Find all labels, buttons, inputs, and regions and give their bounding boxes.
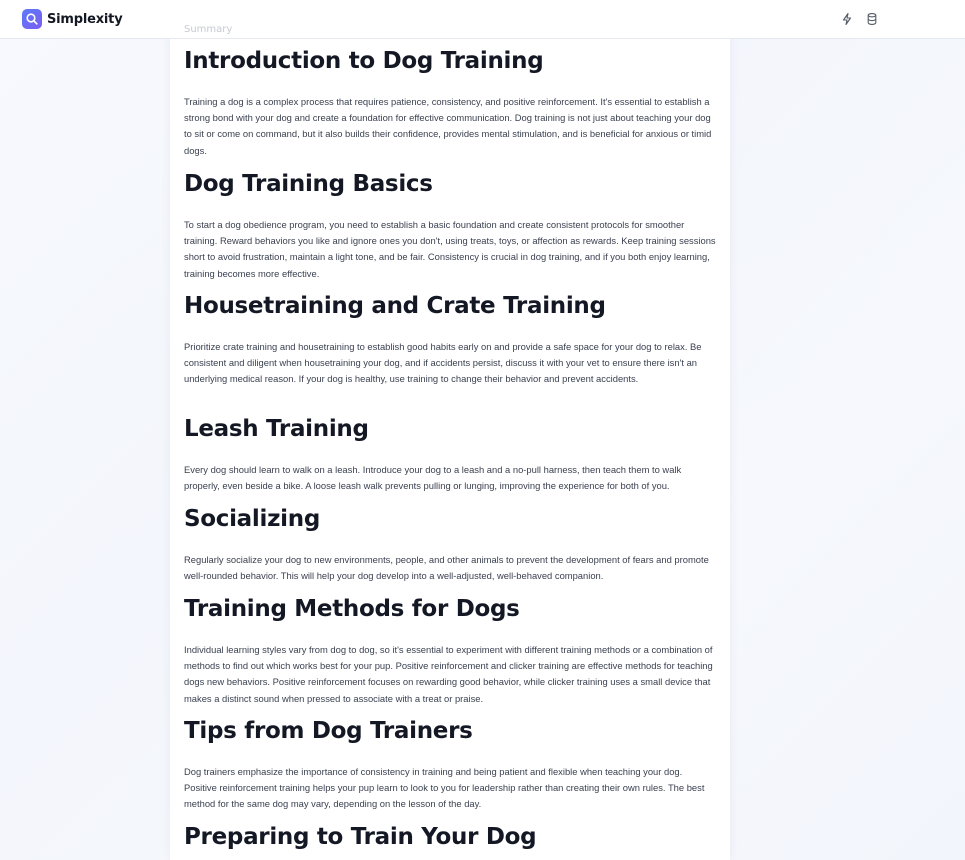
section-heading: Leash Training [184,416,369,442]
article-content: Introduction to Dog Training Training a … [184,46,717,852]
section-body: Prioritize crate training and housetrain… [184,341,702,385]
search-icon [22,9,42,29]
section-heading: Socializing [184,506,320,532]
section-body: Training a dog is a complex process that… [184,96,712,156]
top-bar: Simplexity [0,0,965,39]
section-tips: Tips from Dog Trainers Dog trainers emph… [184,716,717,822]
section-introduction: Introduction to Dog Training Training a … [184,46,717,169]
section-body: Individual learning styles vary from dog… [184,644,713,704]
section-heading: Dog Training Basics [184,171,433,197]
section-heading: Housetraining and Crate Training [184,293,606,319]
section-heading: Tips from Dog Trainers [184,718,473,744]
section-socializing: Socializing Regularly socialize your dog… [184,504,717,594]
database-icon[interactable] [865,12,879,26]
section-body: To start a dog obedience program, you ne… [184,219,716,279]
faded-summary-label: Summary [184,24,233,35]
section-leash: Leash Training Every dog should learn to… [184,414,717,504]
section-body: Regularly socialize your dog to new envi… [184,554,709,582]
section-body: Dog trainers emphasize the importance of… [184,766,705,810]
section-heading: Training Methods for Dogs [184,596,520,622]
section-heading: Preparing to Train Your Dog [184,824,537,850]
section-methods: Training Methods for Dogs Individual lea… [184,594,717,716]
section-body: Every dog should learn to walk on a leas… [184,464,682,492]
section-housetraining: Housetraining and Crate Training Priorit… [184,291,717,414]
section-basics: Dog Training Basics To start a dog obedi… [184,169,717,291]
section-heading: Introduction to Dog Training [184,48,544,74]
brand-name: Simplexity [47,11,123,27]
bolt-icon[interactable] [840,12,854,26]
section-preparing: Preparing to Train Your Dog [184,822,717,852]
brand[interactable]: Simplexity [22,9,123,29]
